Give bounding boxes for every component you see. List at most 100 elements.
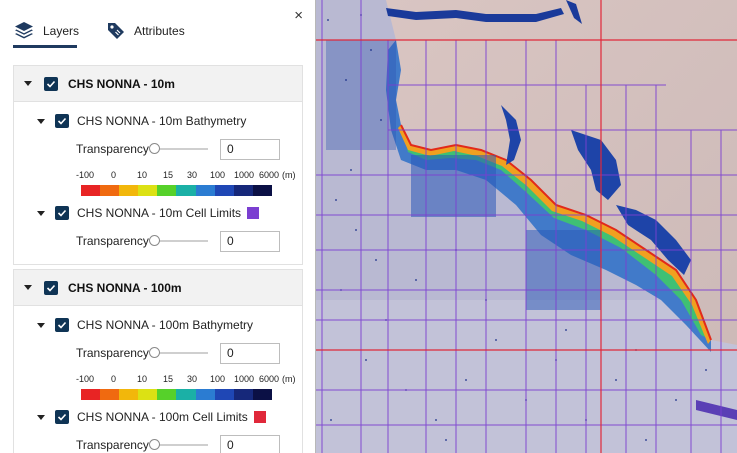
layer-color-swatch (247, 207, 260, 219)
legend-color-stop (100, 389, 120, 400)
tab-attributes-label: Attributes (134, 24, 185, 38)
legend-color-stop (252, 185, 272, 196)
legend-label: 0 (111, 374, 117, 384)
legend-color-stop (138, 389, 158, 400)
layer-name: CHS NONNA - 100m Bathymetry (77, 318, 254, 332)
transparency-control: Transparency (76, 342, 280, 364)
legend-label: 30 (187, 170, 198, 180)
legend-color-stop (100, 185, 120, 196)
legend-label: 1000 (234, 170, 255, 180)
transparency-label: Transparency (76, 346, 149, 360)
layer-visibility-checkbox[interactable] (55, 206, 69, 220)
layer-name: CHS NONNA - 100m Cell Limits (77, 410, 248, 424)
legend-color-ramp (81, 389, 272, 400)
legend-color-stop (138, 185, 158, 196)
bathymetry-legend: -100 0 10 15 30 100 1000 6000 (m) (76, 374, 301, 400)
layer-group-100m: CHS NONNA - 100m CHS NONNA - 100m Bathym… (13, 269, 303, 453)
collapse-chevron-icon[interactable] (24, 81, 32, 86)
transparency-control: Transparency (76, 138, 280, 160)
legend-color-stop (233, 389, 253, 400)
legend-color-stop (157, 185, 177, 196)
legend-label: -100 (76, 170, 95, 180)
transparency-input[interactable] (220, 230, 280, 252)
layer-name: CHS NONNA - 10m Bathymetry (77, 114, 247, 128)
legend-color-stop (176, 185, 196, 196)
legend-label: 100 (210, 374, 226, 384)
layer-visibility-checkbox[interactable] (55, 318, 69, 332)
legend-color-ramp (81, 185, 272, 196)
collapse-chevron-icon[interactable] (37, 118, 45, 124)
collapse-chevron-icon[interactable] (37, 322, 45, 328)
bathymetry-legend: -100 0 10 15 30 100 1000 6000 (m) (76, 170, 301, 196)
legend-label: 15 (163, 374, 174, 384)
legend-label: -100 (76, 374, 95, 384)
slider-thumb[interactable] (149, 143, 160, 154)
legend-labels: -100 0 10 15 30 100 1000 6000 (m) (76, 170, 301, 182)
slider-thumb[interactable] (149, 235, 160, 246)
layer-visibility-checkbox[interactable] (55, 114, 69, 128)
layer-group-header: CHS NONNA - 10m (14, 66, 302, 102)
transparency-label: Transparency (76, 234, 149, 248)
legend-label: 15 (163, 170, 174, 180)
layers-panel: Layers Attributes × CHS NONNA - 10m CHS … (0, 0, 316, 453)
group-visibility-checkbox[interactable] (44, 280, 58, 295)
transparency-slider[interactable] (149, 439, 208, 450)
panel-tabs: Layers Attributes × (0, 0, 315, 55)
layer-visibility-checkbox[interactable] (55, 410, 69, 424)
survey-swath (411, 155, 496, 217)
collapse-chevron-icon[interactable] (37, 210, 45, 216)
collapse-chevron-icon[interactable] (24, 285, 32, 290)
group-visibility-checkbox[interactable] (44, 76, 58, 91)
transparency-control: Transparency (76, 434, 280, 453)
layer-group-title: CHS NONNA - 100m (68, 280, 182, 295)
transparency-label: Transparency (76, 142, 149, 156)
close-icon[interactable]: × (294, 8, 303, 23)
layer-item-10m-bathymetry: CHS NONNA - 10m Bathymetry (37, 112, 246, 130)
legend-label: 0 (111, 170, 117, 180)
layer-item-100m-bathymetry: CHS NONNA - 100m Bathymetry (37, 316, 253, 334)
legend-label: 1000 (234, 374, 255, 384)
legend-color-stop (157, 389, 177, 400)
slider-thumb[interactable] (149, 439, 160, 450)
transparency-control: Transparency (76, 230, 280, 252)
transparency-label: Transparency (76, 438, 149, 452)
legend-label: 6000 (259, 170, 280, 180)
transparency-input[interactable] (220, 342, 280, 364)
legend-label: 6000 (259, 374, 280, 384)
layers-icon (13, 20, 35, 43)
layer-group-header: CHS NONNA - 100m (14, 270, 302, 306)
layer-name: CHS NONNA - 10m Cell Limits (77, 206, 242, 220)
legend-label: 10 (137, 374, 148, 384)
legend-color-stop (195, 389, 215, 400)
tab-layers-label: Layers (43, 24, 80, 38)
transparency-slider[interactable] (149, 347, 208, 358)
transparency-input[interactable] (220, 434, 280, 453)
legend-color-stop (176, 389, 196, 400)
layer-item-10m-cell-limits: CHS NONNA - 10m Cell Limits (37, 204, 260, 222)
layer-group-title: CHS NONNA - 10m (68, 76, 175, 91)
tab-layers[interactable]: Layers (13, 16, 79, 46)
legend-label: 30 (187, 374, 198, 384)
transparency-slider[interactable] (149, 143, 208, 154)
survey-swath (526, 230, 601, 310)
map-view[interactable] (316, 0, 737, 453)
legend-label: (m) (282, 170, 296, 180)
layer-group-10m: CHS NONNA - 10m CHS NONNA - 10m Bathymet… (13, 65, 303, 265)
legend-color-stop (195, 185, 215, 196)
active-tab-indicator (13, 45, 77, 48)
legend-label: 10 (137, 170, 148, 180)
slider-thumb[interactable] (149, 347, 160, 358)
transparency-input[interactable] (220, 138, 280, 160)
map-canvas[interactable] (316, 0, 737, 453)
legend-color-stop (119, 389, 139, 400)
tab-attributes[interactable]: Attributes (106, 16, 185, 46)
transparency-slider[interactable] (149, 235, 208, 246)
legend-color-stop (119, 185, 139, 196)
tag-icon (106, 20, 126, 43)
legend-label: (m) (282, 374, 296, 384)
legend-color-stop (233, 185, 253, 196)
collapse-chevron-icon[interactable] (37, 414, 45, 420)
layer-item-100m-cell-limits: CHS NONNA - 100m Cell Limits (37, 408, 266, 426)
legend-color-stop (81, 185, 101, 196)
legend-color-stop (252, 389, 272, 400)
